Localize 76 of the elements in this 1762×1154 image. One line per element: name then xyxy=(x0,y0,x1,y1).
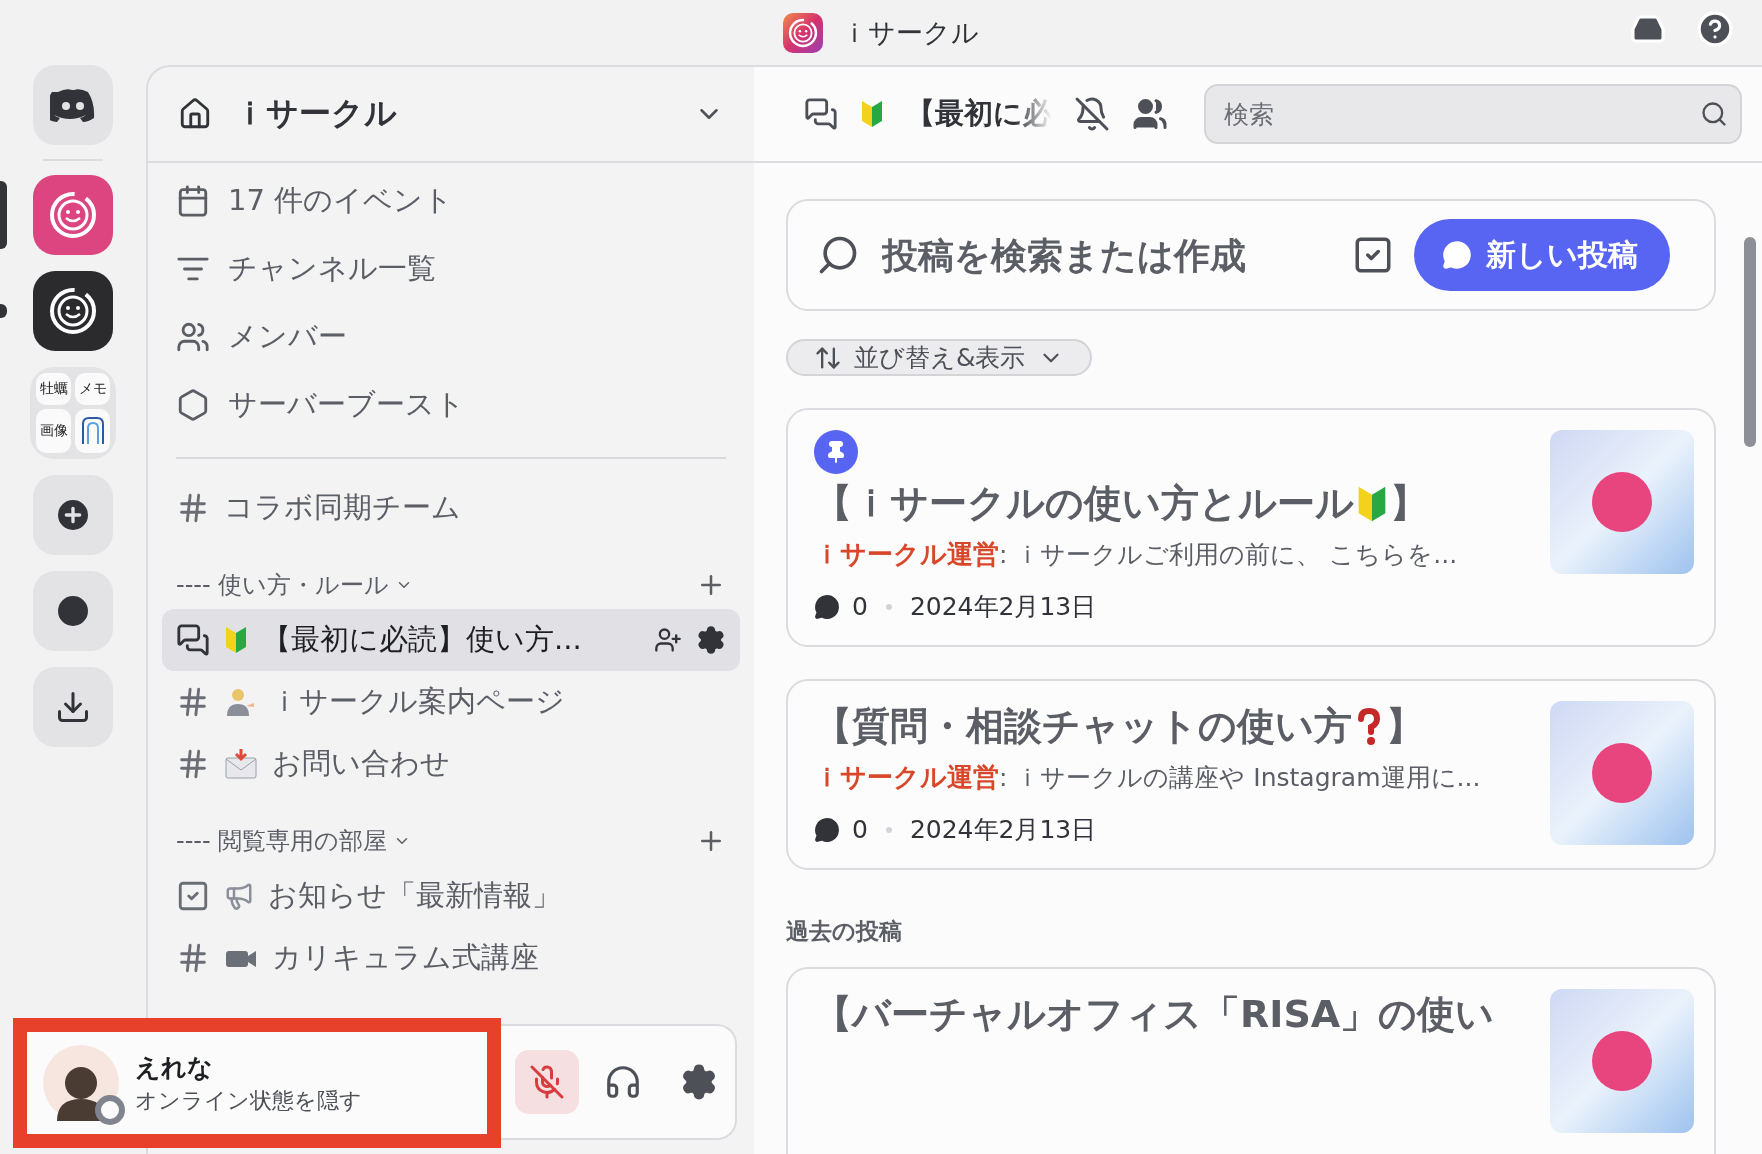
forum-icon xyxy=(804,97,838,131)
post-title: 】 xyxy=(1390,480,1428,527)
hexagon-icon xyxy=(176,388,210,422)
members-icon[interactable] xyxy=(1132,96,1168,132)
channel-item[interactable]: 【最初に必読】使い方... xyxy=(162,609,740,671)
folder-server-name: 画像 xyxy=(39,422,68,440)
calendar-icon xyxy=(176,184,210,218)
channel-item[interactable]: ｉサークル案内ページ xyxy=(162,671,740,733)
sort-button[interactable]: 並び替え&表示 xyxy=(786,339,1092,376)
download-icon xyxy=(55,689,91,725)
channel-item[interactable]: お知らせ「最新情報」 xyxy=(162,865,740,927)
post-card[interactable]: 【ｉサークルの使い方とルール 】 ｉサークル運営: ｉサークルご利用の前に、 こちらを... 0 2024年2月13日 xyxy=(786,408,1716,647)
post-date: 2024年2月13日 xyxy=(909,591,1097,623)
smiley-logo-icon xyxy=(47,189,99,241)
home-button[interactable] xyxy=(33,65,113,145)
channel-item[interactable]: お問い合わせ xyxy=(162,733,740,795)
sidebar-link[interactable]: サーバーブースト xyxy=(162,371,740,439)
comment-icon xyxy=(814,816,840,843)
search-input[interactable]: 検索 xyxy=(1222,98,1700,130)
server-icon[interactable] xyxy=(33,271,113,351)
game-controller-logo-icon xyxy=(50,88,96,122)
smiley-logo-icon xyxy=(47,285,99,337)
channel-title: 【最初に必 xyxy=(906,95,1052,132)
sidebar-link[interactable]: チャンネル一覧 xyxy=(162,235,740,303)
sidebar-link[interactable]: 17 件のイベント xyxy=(162,167,740,235)
channel-item[interactable]: カリキュラム式講座 xyxy=(162,927,740,989)
post-title: 【ｉサークルの使い方とルール xyxy=(814,480,1354,527)
folder-server-name: 牡蠣 xyxy=(39,380,68,398)
forum-icon xyxy=(176,623,210,657)
checkbox-channel-icon xyxy=(176,879,210,913)
post-snippet: : ｉサークルの講座や Instagram運用に... xyxy=(999,762,1481,794)
comment-icon xyxy=(814,593,840,620)
chat-bubble-icon xyxy=(1442,240,1472,270)
sidebar-link[interactable]: メンバー xyxy=(162,303,740,371)
post-date: 2024年2月13日 xyxy=(909,814,1097,846)
search-icon xyxy=(1700,100,1728,128)
download-button[interactable] xyxy=(33,667,113,747)
post-title: 【質問・相談チャットの使い方 xyxy=(814,703,1352,750)
user-status: オンライン状態を隠す xyxy=(135,1086,362,1115)
server-folder[interactable]: 牡蠣 メモ 画像 xyxy=(30,367,116,459)
person-icon xyxy=(224,686,256,718)
invite-icon[interactable] xyxy=(654,626,682,654)
category-name[interactable]: ---- 閲覧専用の部屋 xyxy=(176,825,388,857)
status-indicator xyxy=(95,1095,125,1125)
mic-off-icon xyxy=(529,1064,565,1100)
beginner-mark-icon xyxy=(224,625,248,655)
scrollbar-thumb[interactable] xyxy=(1744,237,1756,447)
user-panel[interactable]: えれな オンライン状態を隠す xyxy=(13,1018,501,1148)
discover-button[interactable] xyxy=(33,571,113,651)
post-author: ｉサークル運営 xyxy=(814,538,999,571)
post-card[interactable]: 【質問・相談チャットの使い方 】 ｉサークル運営: ｉサークルの講座や Instagram運用に... 0 2024年2月13日 xyxy=(786,679,1716,870)
post-snippet: : ｉサークルご利用の前に、 こちらを... xyxy=(999,539,1458,571)
post-author: ｉサークル運営 xyxy=(814,761,999,794)
home-icon xyxy=(178,97,212,131)
channel-item[interactable]: コラボ同期チーム xyxy=(162,477,740,539)
post-card[interactable]: 【バーチャルオフィス「RISA」の使い xyxy=(786,967,1716,1154)
help-icon[interactable] xyxy=(1696,10,1734,48)
add-server-button[interactable] xyxy=(33,475,113,555)
user-name: えれな xyxy=(135,1051,214,1084)
folder-server-name: メモ xyxy=(78,380,107,398)
mute-button[interactable] xyxy=(515,1050,579,1114)
megaphone-icon xyxy=(224,881,254,911)
headphones-icon xyxy=(604,1063,642,1101)
beginner-mark-icon xyxy=(860,99,884,129)
section-heading: 過去の投稿 xyxy=(786,917,903,946)
post-title: 【バーチャルオフィス「RISA」の使い xyxy=(814,991,1496,1038)
category-name[interactable]: ---- 使い方・ルール xyxy=(176,569,390,601)
search-bar[interactable]: 検索 xyxy=(1204,84,1742,144)
members-icon xyxy=(176,320,210,354)
post-title: 】 xyxy=(1386,703,1424,750)
new-post-button[interactable]: 新しい投稿 xyxy=(1414,219,1670,291)
comment-count: 0 xyxy=(852,815,868,844)
envelope-icon xyxy=(224,748,258,780)
bell-off-icon[interactable] xyxy=(1074,96,1110,132)
comment-count: 0 xyxy=(852,592,868,621)
window-title: ｉサークル xyxy=(841,15,979,50)
